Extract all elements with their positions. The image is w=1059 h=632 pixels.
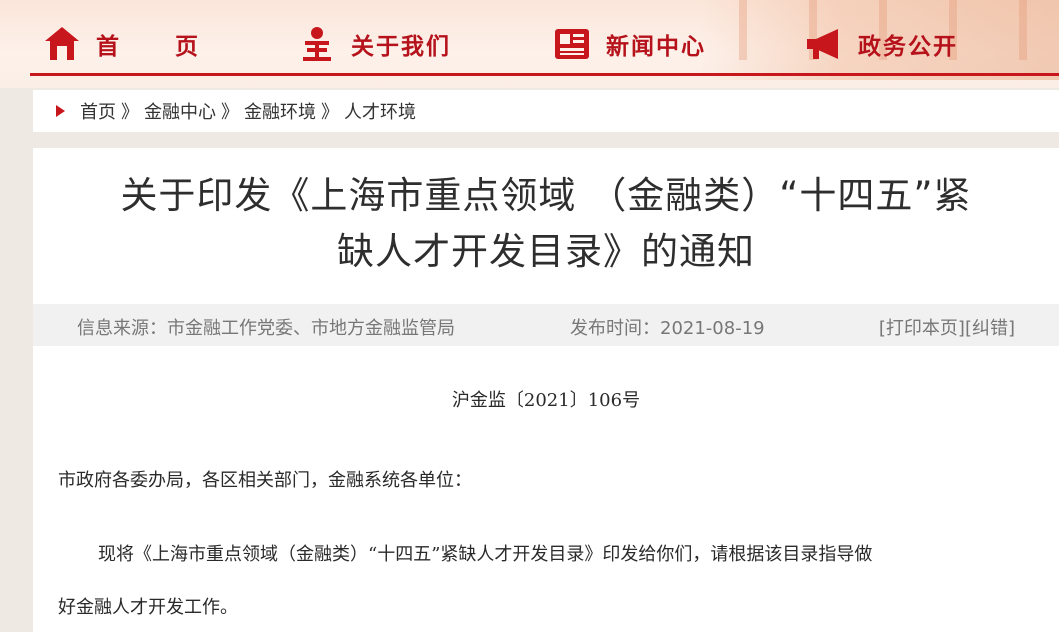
publish-date: 发布时间：2021-08-19 xyxy=(570,314,765,340)
article: 关于印发《上海市重点领域 （金融类）“十四五”紧 缺人才开发目录》的通知 信息来… xyxy=(33,148,1059,632)
article-tools: [打印本页][纠错] xyxy=(879,314,1015,340)
article-source: 信息来源：市金融工作党委、市地方金融监管局 xyxy=(77,314,455,340)
header-divider xyxy=(30,73,1059,76)
nav-label: 关于我们 xyxy=(351,34,451,60)
report-error-link[interactable]: [纠错] xyxy=(965,318,1015,339)
article-paragraph-line-1: 现将《上海市重点领域（金融类）“十四五”紧缺人才开发目录》印发给你们，请根据该目… xyxy=(98,544,873,565)
nav-item-news-center[interactable]: 新闻中心 xyxy=(552,20,804,68)
article-title-line-2: 缺人才开发目录》的通知 xyxy=(337,230,755,273)
nav-label: 新闻中心 xyxy=(606,34,706,60)
article-greeting: 市政府各委办局，各区相关部门，金融系统各单位： xyxy=(58,470,472,491)
nav-item-government-affairs[interactable]: 政务公开 xyxy=(804,20,1004,68)
people-icon xyxy=(303,27,331,61)
source-value: 市金融工作党委、市地方金融监管局 xyxy=(167,318,455,339)
document-number: 沪金监〔2021〕106号 xyxy=(451,390,641,411)
breadcrumb-separator: 》 xyxy=(121,102,139,123)
breadcrumb-finance-environment[interactable]: 金融环境 xyxy=(244,98,316,124)
date-value: 2021-08-19 xyxy=(660,318,765,339)
date-label: 发布时间： xyxy=(570,318,660,339)
triangle-right-icon xyxy=(56,105,65,117)
print-page-link[interactable]: [打印本页] xyxy=(879,318,965,339)
article-meta-bar: 信息来源：市金融工作党委、市地方金融监管局 发布时间：2021-08-19 [打… xyxy=(33,304,1059,346)
newspaper-icon xyxy=(555,29,589,59)
breadcrumb-separator: 》 xyxy=(321,102,339,123)
breadcrumb-talent-environment[interactable]: 人才环境 xyxy=(344,98,416,124)
breadcrumb-finance-center[interactable]: 金融中心 xyxy=(144,98,216,124)
site-header: 首 页 关于我们 新闻中心 政务公开 xyxy=(0,0,1059,88)
home-icon xyxy=(45,27,79,60)
nav-item-about-us[interactable]: 关于我们 xyxy=(297,20,552,68)
breadcrumb-home[interactable]: 首页 xyxy=(80,98,116,124)
breadcrumb: 首页 》 金融中心 》 金融环境 》 人才环境 xyxy=(33,90,1059,132)
main-nav: 首 页 关于我们 新闻中心 政务公开 xyxy=(42,20,1004,68)
nav-label: 首 页 xyxy=(96,34,223,60)
megaphone-icon xyxy=(807,29,838,59)
article-paragraph-line-2: 好金融人才开发工作。 xyxy=(58,597,238,618)
breadcrumb-separator: 》 xyxy=(221,102,239,123)
article-title: 关于印发《上海市重点领域 （金融类）“十四五”紧 缺人才开发目录》的通知 xyxy=(33,168,1059,280)
nav-label: 政务公开 xyxy=(858,34,958,60)
nav-item-home[interactable]: 首 页 xyxy=(42,20,297,68)
source-label: 信息来源： xyxy=(77,318,167,339)
article-title-line-1: 关于印发《上海市重点领域 （金融类）“十四五”紧 xyxy=(120,174,972,217)
